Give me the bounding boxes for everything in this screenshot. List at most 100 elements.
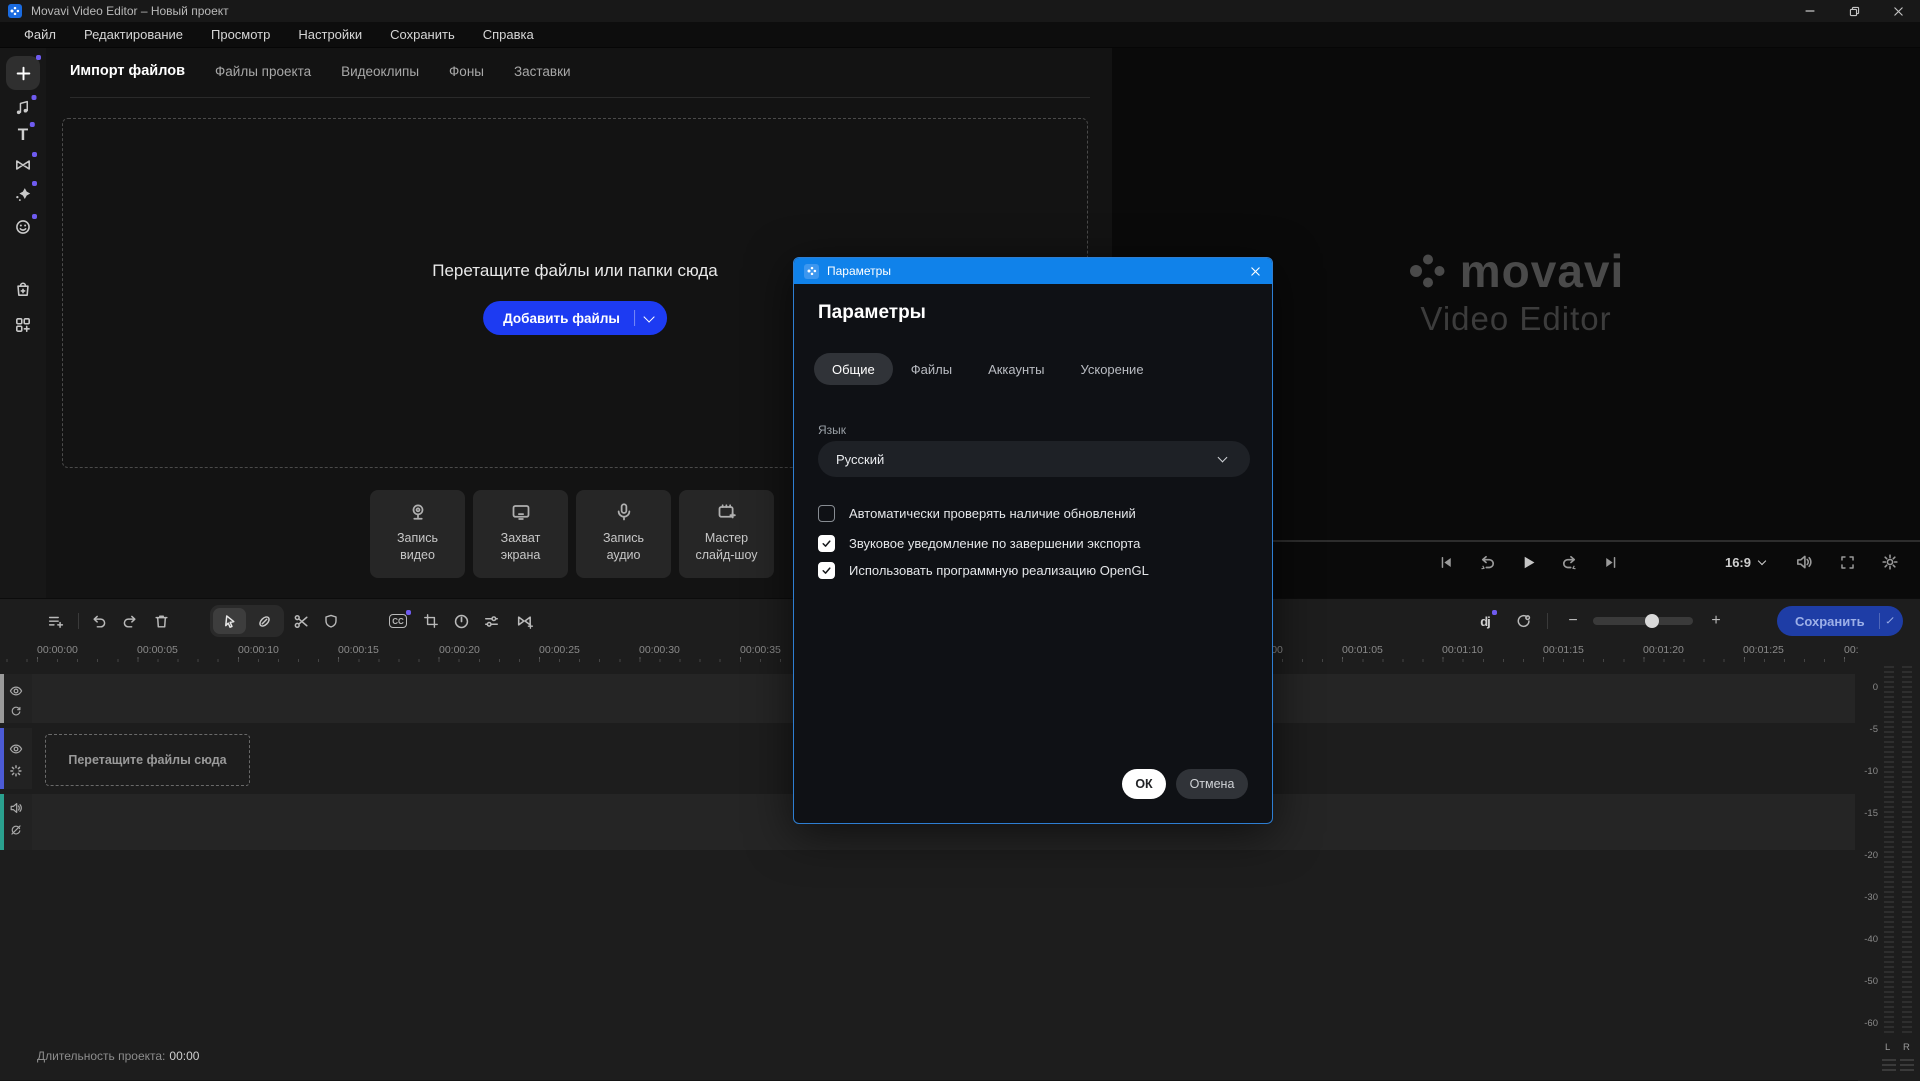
track-color-strip [0, 674, 4, 723]
menu-settings[interactable]: Настройки [284, 22, 376, 48]
snap-burst-icon[interactable] [9, 764, 23, 778]
checkbox-icon[interactable] [818, 535, 835, 552]
notification-badge [36, 55, 41, 60]
ruler-label: 00:00:15 [338, 644, 379, 656]
record-audio-button[interactable]: Запись аудио [576, 490, 671, 578]
notification-badge [30, 122, 35, 127]
play-button[interactable] [1516, 550, 1540, 574]
menu-help[interactable]: Справка [469, 22, 548, 48]
checkbox-auto-updates[interactable]: Автоматически проверять наличие обновлен… [818, 505, 1136, 522]
sidebar-item-effects[interactable] [14, 185, 32, 203]
chevron-down-icon[interactable] [1886, 616, 1893, 623]
add-track-button[interactable] [42, 608, 68, 634]
sidebar-item-stickers[interactable] [14, 218, 32, 236]
track-dropzone[interactable]: Перетащите файлы сюда [45, 734, 250, 786]
link-icon[interactable] [10, 705, 23, 718]
eye-icon[interactable] [9, 684, 23, 698]
eye-icon[interactable] [9, 742, 23, 756]
checkbox-software-opengl[interactable]: Использовать программную реализацию Open… [818, 562, 1149, 579]
redo-button[interactable] [116, 608, 142, 634]
subtitles-button[interactable]: CC [385, 608, 411, 634]
tab-project-files[interactable]: Файлы проекта [215, 64, 311, 79]
language-select[interactable]: Русский [818, 441, 1250, 477]
speaker-icon[interactable] [9, 801, 23, 815]
menu-file[interactable]: Файл [10, 22, 70, 48]
add-files-button[interactable]: Добавить файлы [483, 301, 667, 335]
preview-settings-button[interactable] [1878, 550, 1902, 574]
dialog-titlebar[interactable]: Параметры [794, 258, 1272, 284]
slideshow-wizard-button[interactable]: Мастер слайд-шоу [679, 490, 774, 578]
menu-save[interactable]: Сохранить [376, 22, 469, 48]
record-video-button[interactable]: Запись видео [370, 490, 465, 578]
timeline-zoom-slider[interactable] [1593, 617, 1693, 625]
menu-view[interactable]: Просмотр [197, 22, 284, 48]
crop-button[interactable] [418, 608, 444, 634]
export-save-button[interactable]: Сохранить [1777, 606, 1903, 636]
close-button[interactable] [1876, 0, 1920, 22]
link-tool-button[interactable] [248, 608, 281, 634]
fullscreen-button[interactable] [1835, 550, 1859, 574]
ok-button[interactable]: ОК [1122, 769, 1166, 799]
sidebar-item-music[interactable] [15, 99, 32, 116]
add-transition-button[interactable] [512, 608, 538, 634]
dialog-close-button[interactable] [1249, 265, 1262, 278]
step-forward-button[interactable] [1557, 550, 1581, 574]
color-adjustments-button[interactable] [478, 608, 504, 634]
noise-removal-button[interactable] [1510, 608, 1536, 634]
cut-button[interactable] [288, 608, 314, 634]
cancel-button[interactable]: Отмена [1176, 769, 1248, 799]
sidebar-item-store[interactable] [14, 280, 32, 298]
zoom-slider-knob[interactable] [1645, 614, 1659, 628]
checkbox-icon[interactable] [818, 505, 835, 522]
dialog-tab-accounts[interactable]: Аккаунты [970, 353, 1062, 385]
dialog-tab-files[interactable]: Файлы [893, 353, 970, 385]
divider [1547, 613, 1548, 629]
step-back-button[interactable] [1475, 550, 1499, 574]
link-off-icon[interactable] [10, 824, 23, 837]
card-label: слайд-шоу [695, 547, 757, 564]
clip-speed-button[interactable] [448, 608, 474, 634]
restore-button[interactable] [1832, 0, 1876, 22]
marker-button[interactable] [318, 608, 344, 634]
audio-edit-button[interactable]: dj [1472, 608, 1498, 634]
db-label: -20 [1864, 850, 1878, 861]
tab-backgrounds[interactable]: Фоны [449, 64, 484, 79]
screen-capture-button[interactable]: Захват экрана [473, 490, 568, 578]
aspect-ratio-select[interactable]: 16:9 [1725, 555, 1773, 570]
sidebar-item-titles[interactable]: T [18, 125, 28, 145]
sidebar-item-more-tools[interactable] [14, 316, 32, 334]
screen-capture-icon [511, 502, 531, 522]
dialog-tab-general[interactable]: Общие [814, 353, 893, 385]
track-color-strip [0, 728, 4, 789]
checkbox-export-sound[interactable]: Звуковое уведомление по завершении экспо… [818, 535, 1140, 552]
window-titlebar: Movavi Video Editor – Новый проект [0, 0, 1920, 22]
zoom-out-button[interactable]: − [1560, 608, 1586, 634]
notification-badge [32, 95, 37, 100]
db-label: -10 [1864, 766, 1878, 777]
window-title: Movavi Video Editor – Новый проект [31, 4, 229, 18]
ruler-label: 00:01:05 [1342, 644, 1383, 656]
sidebar-item-import[interactable] [6, 56, 40, 90]
checkbox-icon[interactable] [818, 562, 835, 579]
delete-button[interactable] [148, 608, 174, 634]
logo-subtitle: Video Editor [1420, 300, 1611, 338]
notification-badge [406, 610, 411, 615]
chevron-down-icon[interactable] [643, 311, 654, 322]
undo-button[interactable] [86, 608, 112, 634]
sidebar-item-transitions[interactable] [14, 156, 32, 174]
volume-button[interactable] [1792, 550, 1816, 574]
project-duration-value: 00:00 [169, 1049, 199, 1063]
dialog-tab-acceleration[interactable]: Ускорение [1062, 353, 1161, 385]
skip-to-end-button[interactable] [1598, 550, 1622, 574]
meter-footer [1900, 1059, 1914, 1071]
select-tool-button[interactable] [213, 608, 246, 634]
tab-video-clips[interactable]: Видеоклипы [341, 64, 419, 79]
minimize-button[interactable] [1788, 0, 1832, 22]
movavi-clover-icon [1408, 251, 1448, 291]
tab-import-files[interactable]: Импорт файлов [70, 63, 185, 79]
zoom-in-button[interactable]: + [1703, 608, 1729, 634]
chevron-down-icon [1758, 556, 1766, 564]
tab-intros[interactable]: Заставки [514, 64, 571, 79]
menu-edit[interactable]: Редактирование [70, 22, 197, 48]
skip-to-start-button[interactable] [1434, 550, 1458, 574]
